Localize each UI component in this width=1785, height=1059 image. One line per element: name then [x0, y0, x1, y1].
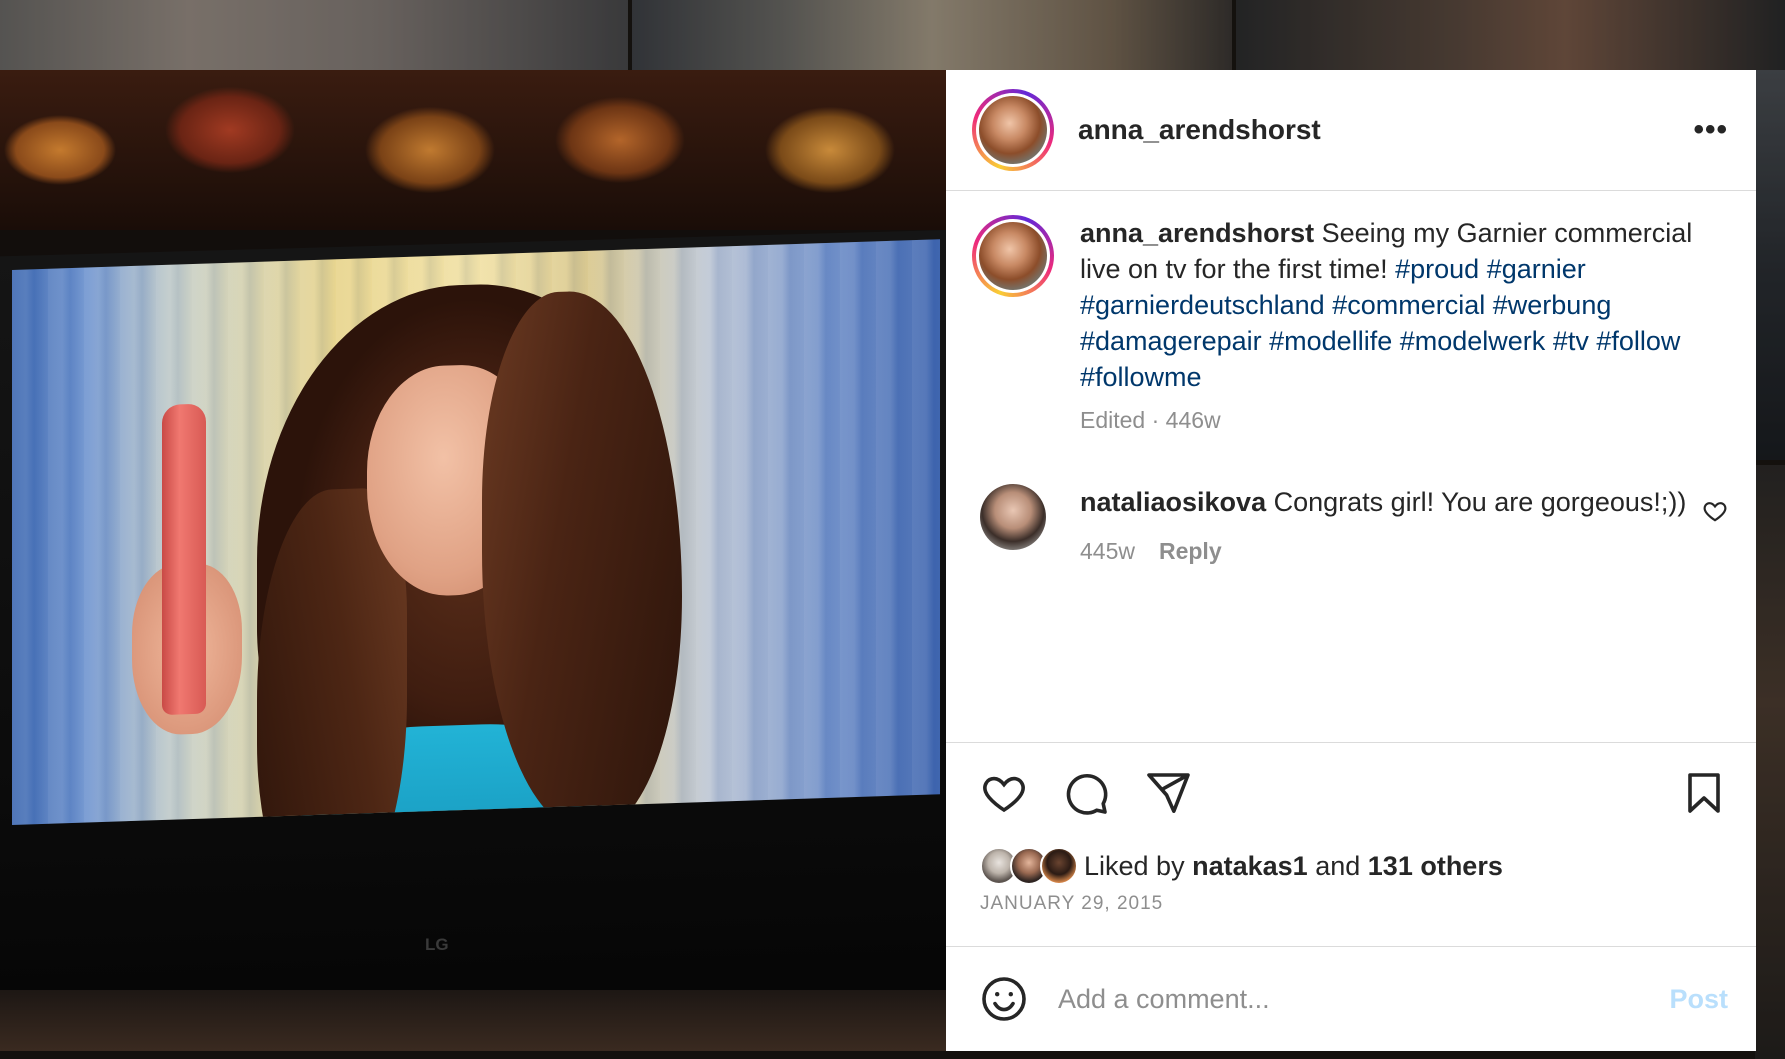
- comment-age[interactable]: 445w: [1080, 538, 1135, 565]
- photo-wallpaper: [0, 70, 946, 230]
- hashtag-link[interactable]: #werbung: [1493, 290, 1612, 320]
- commenter-avatar[interactable]: [980, 484, 1046, 550]
- likes-others-link[interactable]: 131 others: [1368, 851, 1503, 881]
- photo-hair: [482, 287, 682, 825]
- tv-brand-logo: LG: [425, 935, 449, 954]
- comment-input[interactable]: [1058, 983, 1670, 1015]
- hashtag-link[interactable]: #garnier: [1487, 254, 1586, 284]
- hashtag-link[interactable]: #proud: [1395, 254, 1479, 284]
- photo-desk: [0, 990, 946, 1051]
- comment-item: nataliaosikova Congrats girl! You are go…: [972, 484, 1728, 565]
- liker-avatar: [1040, 847, 1078, 885]
- comment-text: nataliaosikova Congrats girl! You are go…: [1080, 484, 1690, 520]
- post-comment-button[interactable]: Post: [1669, 984, 1728, 1015]
- caption-avatar[interactable]: [972, 215, 1054, 297]
- share-icon[interactable]: [1144, 769, 1192, 817]
- hashtag-link[interactable]: #modellife: [1269, 326, 1392, 356]
- post-actions: Liked by natakas1 and 131 others JANUARY…: [946, 742, 1756, 946]
- post-date[interactable]: JANUARY 29, 2015: [980, 893, 1728, 915]
- reply-button[interactable]: Reply: [1159, 538, 1222, 565]
- hashtag-link[interactable]: #follow: [1596, 326, 1680, 356]
- author-avatar[interactable]: [972, 89, 1054, 171]
- caption: anna_arendshorst Seeing my Garnier comme…: [972, 215, 1728, 434]
- comment-icon[interactable]: [1062, 769, 1110, 817]
- post-comments-area: anna_arendshorst Seeing my Garnier comme…: [946, 191, 1756, 742]
- post-header: anna_arendshorst •••: [946, 70, 1756, 191]
- hashtag-link[interactable]: #damagerepair: [1080, 326, 1262, 356]
- caption-meta: Edited · 446w: [1080, 407, 1221, 433]
- post-photo[interactable]: LG: [0, 70, 946, 1051]
- photo-hair-straightener: [162, 403, 206, 716]
- heart-icon[interactable]: [980, 769, 1028, 817]
- more-options-icon[interactable]: •••: [1693, 115, 1728, 145]
- author-username[interactable]: anna_arendshorst: [1078, 114, 1693, 146]
- comment-heart-icon[interactable]: [1702, 498, 1728, 524]
- bookmark-icon[interactable]: [1680, 769, 1728, 817]
- hashtag-link[interactable]: #tv: [1553, 326, 1589, 356]
- liker-username[interactable]: natakas1: [1192, 851, 1308, 881]
- hashtag-link[interactable]: #garnierdeutschland: [1080, 290, 1325, 320]
- comment-body-text: Congrats girl! You are gorgeous!;)): [1273, 487, 1687, 517]
- hashtag-link[interactable]: #modelwerk: [1400, 326, 1546, 356]
- likes-summary: Liked by natakas1 and 131 others: [980, 847, 1728, 885]
- photo-tv-screen: [12, 239, 940, 825]
- caption-text: anna_arendshorst Seeing my Garnier comme…: [1080, 215, 1720, 395]
- post-side-panel: anna_arendshorst ••• anna_arendshorst Se…: [946, 70, 1756, 1051]
- hashtag-link[interactable]: #followme: [1080, 362, 1202, 392]
- likes-conjunction: and: [1315, 850, 1361, 881]
- likes-prefix: Liked by: [1084, 850, 1185, 881]
- commenter-username[interactable]: nataliaosikova: [1080, 487, 1266, 517]
- emoji-icon[interactable]: [980, 975, 1028, 1023]
- liker-avatars[interactable]: [980, 847, 1078, 885]
- caption-username[interactable]: anna_arendshorst: [1080, 218, 1314, 248]
- hashtag-link[interactable]: #commercial: [1332, 290, 1485, 320]
- likes-text: Liked by natakas1 and 131 others: [1084, 851, 1503, 882]
- add-comment-bar: Post: [946, 946, 1756, 1051]
